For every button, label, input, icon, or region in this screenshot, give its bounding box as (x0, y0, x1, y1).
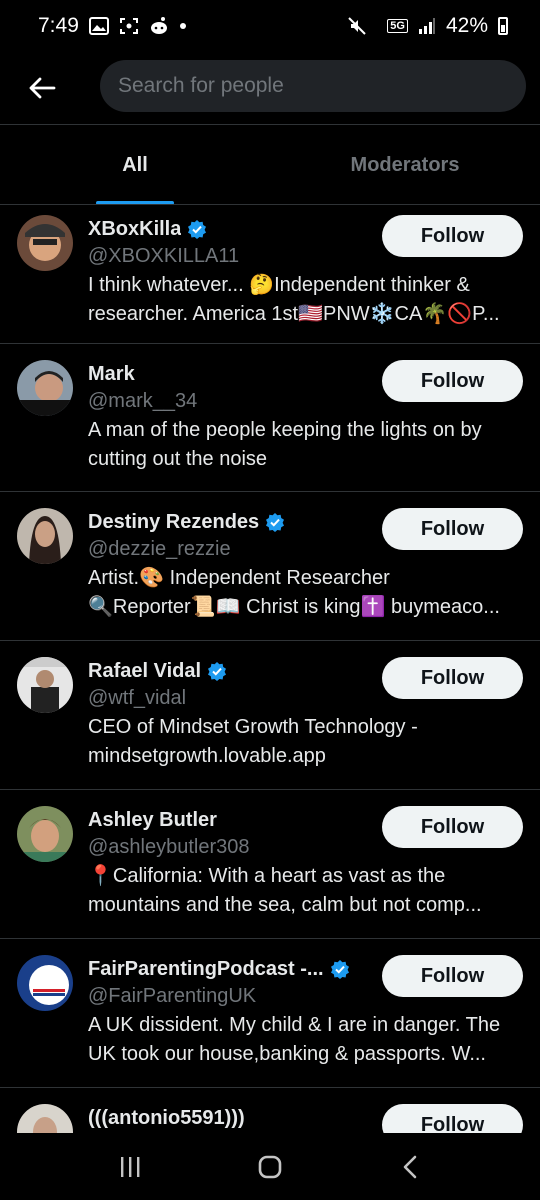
list-item[interactable]: XBoxKilla @XBOXKILLA11 I think whatever.… (0, 205, 540, 344)
recent-apps-button[interactable] (100, 1142, 160, 1192)
back-nav-button[interactable] (380, 1142, 440, 1192)
battery-icon (498, 17, 508, 35)
bio: Artist.🎨 Independent Researcher 🔍Reporte… (88, 564, 528, 622)
bio-line: mountains and the sea, calm but not comp… (88, 894, 482, 916)
follow-button[interactable]: Follow (382, 360, 523, 402)
bio: CEO of Mindset Growth Technology - minds… (88, 713, 528, 771)
back-button[interactable] (22, 68, 62, 108)
people-list: XBoxKilla @XBOXKILLA11 I think whatever.… (0, 205, 540, 1133)
notification-dot-icon (179, 22, 187, 30)
bio-line: 🔍Reporter📜📖 Christ is king✝️ buymeaco... (88, 596, 500, 618)
bio-line: A man of the people keeping the lights o… (88, 419, 482, 441)
status-bar: 7:49 5G 42% (0, 0, 540, 52)
bio-line: A UK dissident. My child & I are in dang… (88, 1014, 501, 1036)
bio-line: I think whatever... 🤔Independent thinker… (88, 274, 470, 296)
row-header: Ashley Butler @ashleybutler308 (88, 806, 368, 860)
follow-button[interactable]: Follow (382, 955, 523, 997)
row-header: XBoxKilla @XBOXKILLA11 (88, 215, 368, 269)
list-item[interactable]: Destiny Rezendes @dezzie_rezzie Artist.🎨… (0, 492, 540, 641)
avatar[interactable] (17, 360, 73, 416)
display-name[interactable]: FairParentingPodcast -... (88, 958, 324, 981)
display-name[interactable]: XBoxKilla (88, 218, 181, 241)
verified-badge-icon (187, 219, 207, 239)
handle: @wtf_vidal (88, 687, 187, 709)
gallery-icon (88, 17, 109, 35)
display-name[interactable]: (((antonio5591))) (88, 1107, 245, 1130)
follow-button[interactable]: Follow (382, 215, 523, 257)
bio: I think whatever... 🤔Independent thinker… (88, 271, 528, 329)
display-name[interactable]: Ashley Butler (88, 809, 217, 832)
bio: 📍California: With a heart as vast as the… (88, 862, 528, 920)
handle: @dezzie_rezzie (88, 538, 231, 560)
avatar[interactable] (17, 215, 73, 271)
verified-badge-icon (330, 959, 350, 979)
battery-percent: 42% (445, 14, 488, 37)
handle: @FairParentingUK (88, 985, 257, 1007)
follow-button[interactable]: Follow (382, 508, 523, 550)
header (0, 52, 540, 124)
chevron-left-icon (403, 1155, 417, 1178)
list-item[interactable]: (((antonio5591))) Follow (0, 1088, 540, 1133)
tab-bar: All Moderators (0, 125, 540, 205)
display-name[interactable]: Mark (88, 363, 135, 386)
recent-apps-icon (121, 1156, 140, 1177)
reddit-icon (149, 16, 169, 36)
status-time: 7:49 (38, 14, 79, 37)
tab-moderators[interactable]: Moderators (270, 125, 540, 205)
network-5g-icon: 5G (387, 19, 408, 33)
verified-badge-icon (207, 661, 227, 681)
display-name[interactable]: Destiny Rezendes (88, 511, 259, 534)
bio-line: 📍California: With a heart as vast as the (88, 865, 446, 887)
bio-line: cutting out the noise (88, 448, 268, 470)
handle: @XBOXKILLA11 (88, 245, 240, 267)
back-arrow-icon (29, 77, 56, 99)
home-button[interactable] (240, 1142, 300, 1192)
bio-line: UK took our house,banking & passports. W… (88, 1043, 486, 1065)
handle: @mark__34 (88, 390, 198, 412)
row-header: Destiny Rezendes @dezzie_rezzie (88, 508, 368, 562)
signal-icon (418, 17, 436, 35)
list-item[interactable]: Ashley Butler @ashleybutler308 📍Californ… (0, 790, 540, 939)
row-header: (((antonio5591))) (88, 1104, 368, 1132)
handle: @ashleybutler308 (88, 836, 250, 858)
avatar[interactable] (17, 806, 73, 862)
row-header: FairParentingPodcast -... @FairParenting… (88, 955, 368, 1009)
list-item[interactable]: Mark @mark__34 A man of the people keepi… (0, 344, 540, 492)
follow-button[interactable]: Follow (382, 806, 523, 848)
tab-all[interactable]: All (0, 125, 270, 205)
search-input[interactable] (100, 60, 526, 112)
system-nav-bar (0, 1133, 540, 1200)
row-header: Rafael Vidal @wtf_vidal (88, 657, 368, 711)
bio-line: mindsetgrowth.lovable.app (88, 745, 326, 767)
follow-button[interactable]: Follow (382, 657, 523, 699)
avatar[interactable] (17, 955, 73, 1011)
display-name[interactable]: Rafael Vidal (88, 660, 201, 683)
mute-icon (347, 16, 367, 36)
avatar[interactable] (17, 1104, 73, 1133)
bio-line: researcher. America 1st🇺🇸PNW❄️CA🌴🚫P... (88, 303, 500, 325)
follow-button[interactable]: Follow (382, 1104, 523, 1133)
bio: A UK dissident. My child & I are in dang… (88, 1011, 528, 1069)
row-header: Mark @mark__34 (88, 360, 368, 414)
list-item[interactable]: FairParentingPodcast -... @FairParenting… (0, 939, 540, 1088)
bio-line: Artist.🎨 Independent Researcher (88, 567, 390, 589)
list-item[interactable]: Rafael Vidal @wtf_vidal CEO of Mindset G… (0, 641, 540, 790)
avatar[interactable] (17, 657, 73, 713)
bio: A man of the people keeping the lights o… (88, 416, 528, 474)
avatar[interactable] (17, 508, 73, 564)
bio-line: CEO of Mindset Growth Technology - (88, 716, 418, 738)
screenshot-icon (119, 17, 139, 35)
home-icon (258, 1155, 282, 1178)
verified-badge-icon (265, 512, 285, 532)
